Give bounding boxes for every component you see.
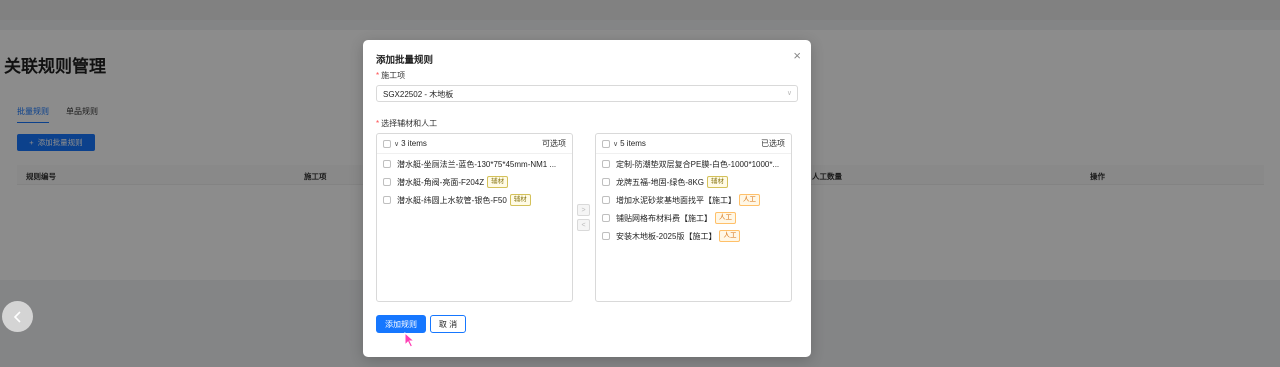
mouse-cursor-icon bbox=[404, 332, 416, 348]
item-checkbox[interactable] bbox=[602, 214, 610, 222]
construction-label: * 施工项 bbox=[376, 70, 405, 81]
item-checkbox[interactable] bbox=[602, 160, 610, 168]
item-label: 安装木地板-2025版【施工】 bbox=[616, 231, 717, 241]
item-checkbox[interactable] bbox=[602, 232, 610, 240]
item-checkbox[interactable] bbox=[383, 178, 391, 186]
item-tag: 辅材 bbox=[487, 176, 509, 188]
item-label: 铺贴网格布材料费【施工】 bbox=[616, 213, 712, 223]
item-tag: 人工 bbox=[719, 230, 741, 242]
modal-title: 添加批量规则 bbox=[376, 55, 434, 66]
materials-label-text: 选择辅材和人工 bbox=[381, 119, 438, 128]
chevron-left-icon bbox=[13, 310, 21, 323]
list-item[interactable]: 定制-防潮垫双层复合PE膜-白色-1000*1000*... bbox=[596, 155, 791, 173]
item-tag: 辅材 bbox=[509, 194, 531, 206]
add-rule-submit-button[interactable]: 添加规则 bbox=[376, 315, 426, 333]
available-list: ∨ 3 items 可选项 潜水艇-坐厕法兰-蓝色-130*75*45mm-NM… bbox=[376, 133, 573, 302]
list-item[interactable]: 潜水艇-纬圆上水软管-银色-F50 辅材 bbox=[377, 191, 572, 209]
item-label: 龙牌五福-地固-绿色-8KG bbox=[616, 177, 704, 187]
item-tag: 辅材 bbox=[707, 176, 728, 188]
construction-select-value: SGX22502 - 木地板 bbox=[383, 90, 454, 99]
cancel-button[interactable]: 取 消 bbox=[430, 315, 466, 333]
item-label: 增加水泥砂浆基地面找平【施工】 bbox=[616, 195, 736, 205]
select-all-available-checkbox[interactable] bbox=[383, 139, 391, 148]
construction-label-text: 施工项 bbox=[381, 71, 406, 80]
item-label: 定制-防潮垫双层复合PE膜-白色-1000*1000*... bbox=[616, 159, 780, 169]
selected-list: ∨ 5 items 已选项 定制-防潮垫双层复合PE膜-白色-1000*1000… bbox=[595, 133, 792, 302]
transfer-operations: > < bbox=[577, 204, 590, 231]
selected-list-header: ∨ 5 items 已选项 bbox=[596, 134, 791, 154]
item-checkbox[interactable] bbox=[602, 196, 610, 204]
item-label: 潜水艇-角阀-亮面-F204Z bbox=[397, 177, 485, 187]
available-list-title: 可选项 bbox=[542, 139, 566, 148]
list-item[interactable]: 潜水艇-角阀-亮面-F204Z 辅材 bbox=[377, 173, 572, 191]
add-batch-rule-modal: 添加批量规则 × * 施工项 SGX22502 - 木地板 ∨ * 选择辅材和人工 … bbox=[363, 40, 811, 357]
item-tag: 人工 bbox=[739, 194, 760, 206]
move-right-button[interactable]: > bbox=[577, 204, 590, 216]
item-checkbox[interactable] bbox=[383, 160, 391, 168]
back-button[interactable] bbox=[2, 301, 33, 332]
list-item[interactable]: 潜水艇-坐厕法兰-蓝色-130*75*45mm-NM1 ... bbox=[377, 155, 572, 173]
list-item[interactable]: 安装木地板-2025版【施工】 人工 bbox=[596, 227, 791, 245]
item-label: 潜水艇-纬圆上水软管-银色-F50 bbox=[397, 195, 507, 205]
list-item[interactable]: 增加水泥砂浆基地面找平【施工】 人工 bbox=[596, 191, 791, 209]
selected-list-title: 已选项 bbox=[761, 139, 785, 148]
available-list-header: ∨ 3 items 可选项 bbox=[377, 134, 572, 154]
list-item[interactable]: 龙牌五福-地固-绿色-8KG 辅材 bbox=[596, 173, 791, 191]
required-mark: * bbox=[376, 71, 380, 80]
item-checkbox[interactable] bbox=[602, 178, 610, 186]
list-item[interactable]: 铺贴网格布材料费【施工】 人工 bbox=[596, 209, 791, 227]
chevron-down-icon[interactable]: ∨ bbox=[394, 140, 399, 148]
selected-count: 5 items bbox=[620, 139, 646, 148]
close-icon[interactable]: × bbox=[793, 49, 801, 62]
move-left-button[interactable]: < bbox=[577, 219, 590, 231]
available-count: 3 items bbox=[401, 139, 427, 148]
chevron-down-icon: ∨ bbox=[786, 90, 792, 97]
item-label: 潜水艇-坐厕法兰-蓝色-130*75*45mm-NM1 ... bbox=[397, 159, 557, 169]
materials-label: * 选择辅材和人工 bbox=[376, 118, 437, 129]
select-all-selected-checkbox[interactable] bbox=[602, 139, 610, 148]
required-mark: * bbox=[376, 119, 380, 128]
item-checkbox[interactable] bbox=[383, 196, 391, 204]
chevron-down-icon[interactable]: ∨ bbox=[613, 140, 618, 148]
item-tag: 人工 bbox=[715, 212, 736, 224]
construction-select[interactable]: SGX22502 - 木地板 ∨ bbox=[376, 85, 798, 102]
